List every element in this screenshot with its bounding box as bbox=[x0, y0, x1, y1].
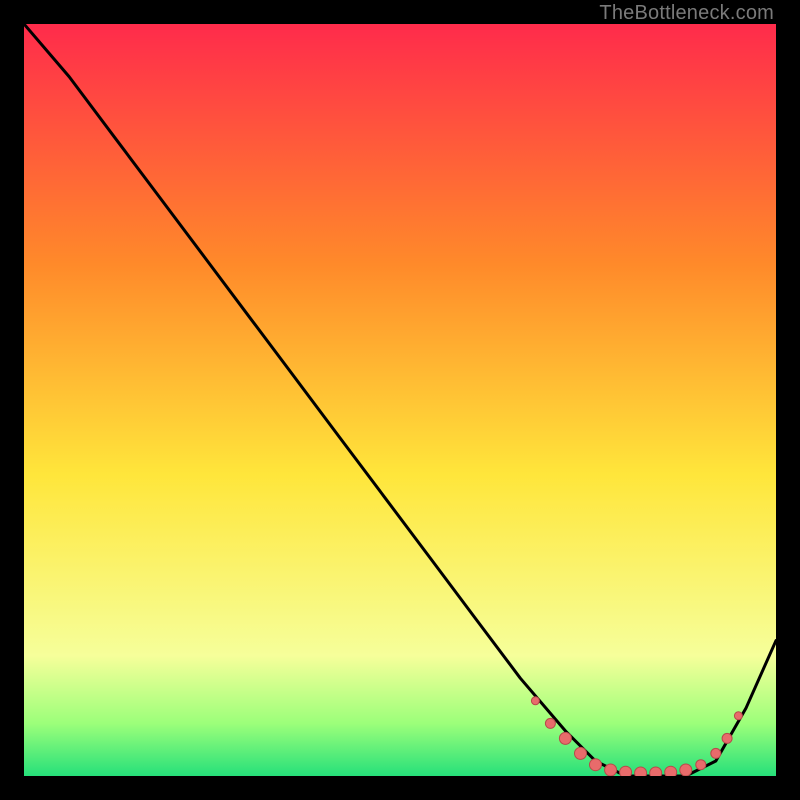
marker-dot bbox=[531, 697, 539, 705]
bottleneck-chart bbox=[24, 24, 776, 776]
marker-dot bbox=[650, 767, 662, 776]
watermark-text: TheBottleneck.com bbox=[599, 2, 774, 25]
marker-dot bbox=[575, 747, 587, 759]
marker-dot bbox=[711, 748, 721, 758]
chart-frame bbox=[24, 24, 776, 776]
marker-dot bbox=[722, 733, 732, 743]
marker-dot bbox=[590, 759, 602, 771]
marker-dot bbox=[680, 764, 692, 776]
gradient-background bbox=[24, 24, 776, 776]
marker-dot bbox=[559, 732, 571, 744]
marker-dot bbox=[696, 760, 706, 770]
marker-dot bbox=[665, 766, 677, 776]
marker-dot bbox=[545, 718, 555, 728]
marker-dot bbox=[734, 712, 742, 720]
marker-dot bbox=[635, 767, 647, 776]
marker-dot bbox=[605, 764, 617, 776]
marker-dot bbox=[620, 766, 632, 776]
